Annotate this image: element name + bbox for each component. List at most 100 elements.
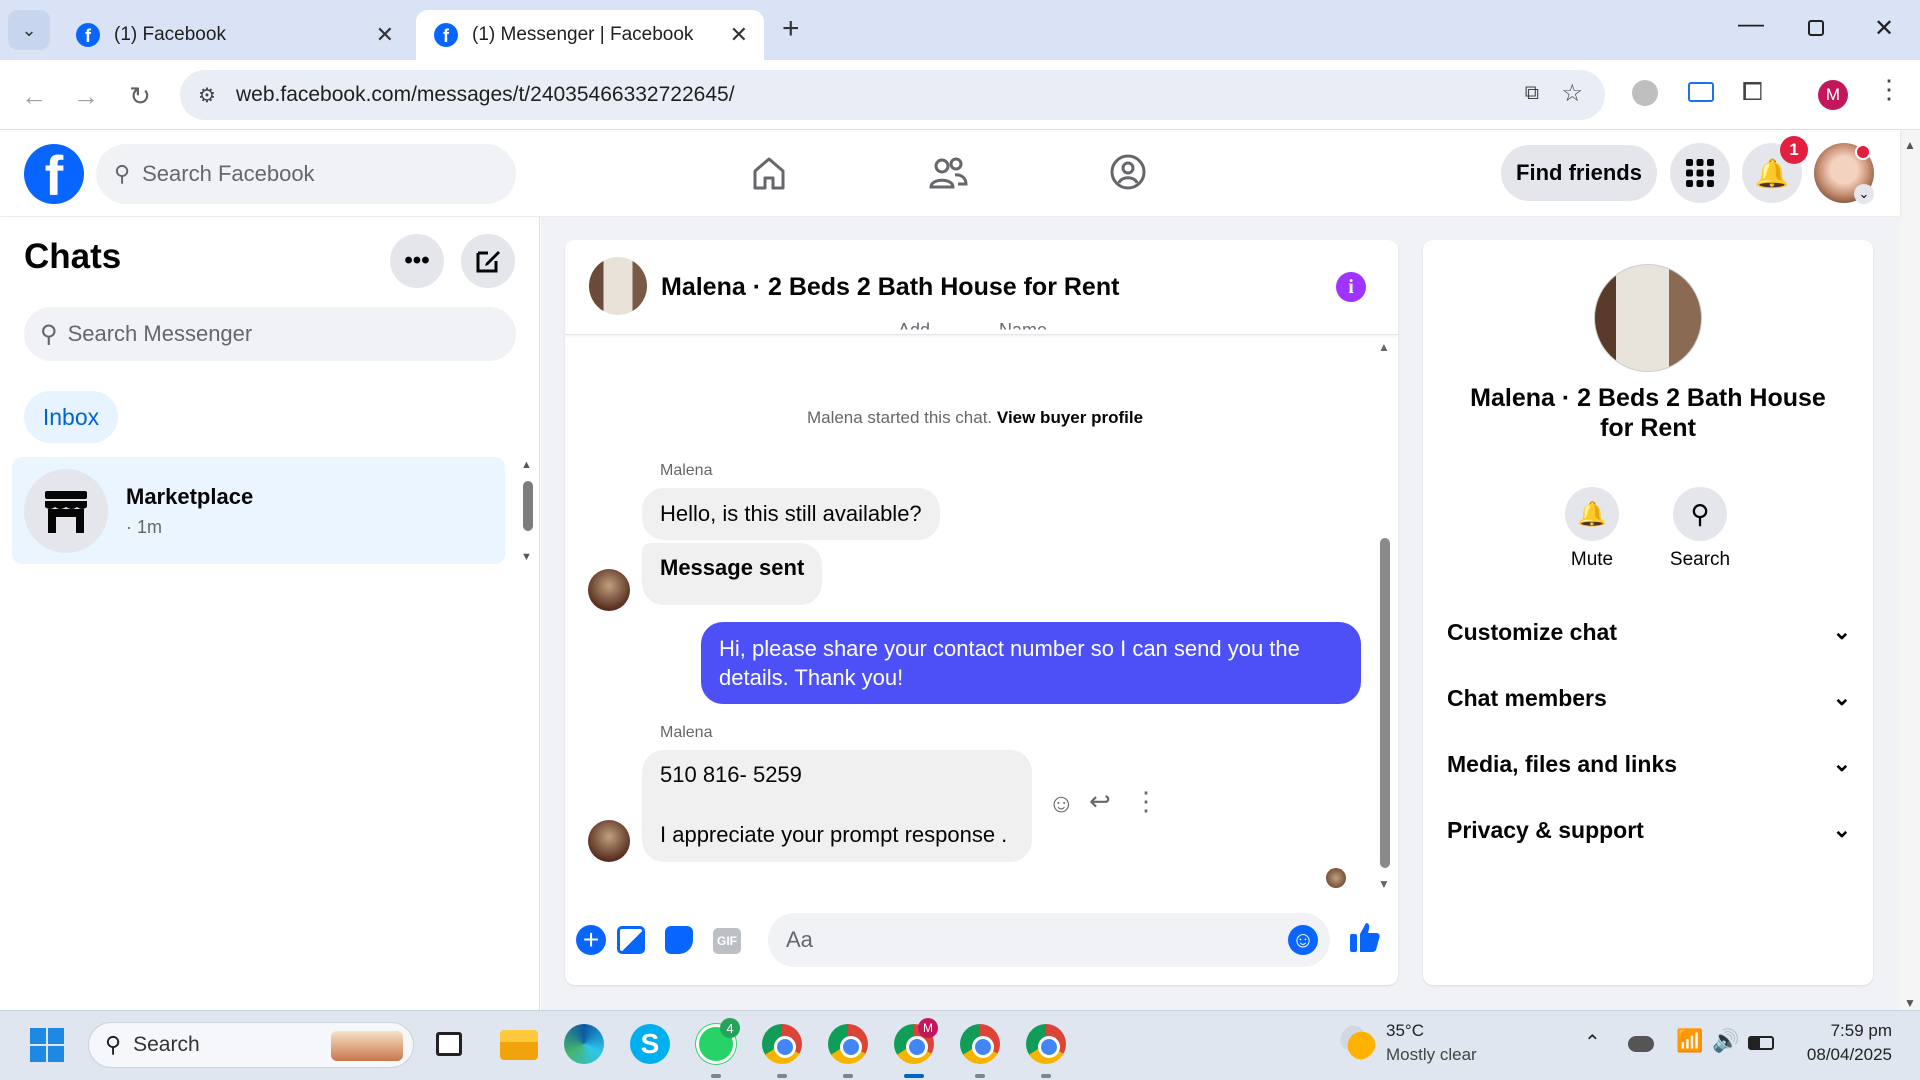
chat-list-scrollbar[interactable]: ▲ ▼ (520, 459, 534, 569)
site-settings-icon[interactable]: ⚙ (198, 83, 216, 108)
conversation-header: Malena · 2 Beds 2 Bath House for Rent i (565, 240, 1398, 335)
more-options-icon[interactable]: ⋮ (1133, 786, 1159, 817)
conversation-avatar[interactable] (589, 257, 647, 315)
bookmark-star-icon[interactable]: ☆ (1561, 79, 1583, 108)
back-icon[interactable]: ← (16, 78, 52, 114)
profile-avatar[interactable]: M (1818, 80, 1848, 110)
facebook-logo-icon[interactable]: f (24, 144, 84, 204)
emoji-picker-icon[interactable]: ☺ (1288, 925, 1318, 955)
mute-label: Mute (1570, 549, 1614, 570)
task-view-icon[interactable] (436, 1032, 462, 1056)
find-friends-button[interactable]: Find friends (1501, 145, 1657, 201)
clock-time[interactable]: 7:59 pm (1780, 1021, 1892, 1041)
extensions-puzzle-icon[interactable]: ⧠ (1742, 76, 1763, 108)
weather-icon[interactable] (1340, 1024, 1376, 1060)
facebook-search-box[interactable]: ⚲ Search Facebook (96, 144, 516, 204)
running-indicator (975, 1074, 985, 1078)
menu-grid-icon[interactable] (1670, 143, 1730, 203)
account-chevron-icon[interactable]: ⌄ (1854, 184, 1874, 204)
file-explorer-icon[interactable] (500, 1030, 538, 1060)
mute-bell-icon[interactable]: 🔔 (1565, 487, 1619, 541)
restore-icon[interactable] (1808, 20, 1824, 36)
install-app-icon[interactable]: ⧉ (1525, 82, 1539, 105)
url-bar[interactable]: ⚙ web.facebook.com/messages/t/2403546633… (180, 70, 1605, 120)
chrome-profile-2-icon[interactable] (828, 1024, 868, 1064)
facebook-header: f ⚲ Search Facebook Find friends 🔔 1 ⌄ (0, 130, 1900, 216)
customize-chat-section[interactable]: Customize chat ⌄ (1447, 612, 1851, 652)
view-buyer-profile-link[interactable]: View buyer profile (997, 408, 1143, 427)
conversation-title[interactable]: Malena · 2 Beds 2 Bath House for Rent (661, 273, 1119, 302)
chrome-profile-1-icon[interactable] (762, 1024, 802, 1064)
chevron-down-icon: ⌄ (1832, 817, 1851, 842)
skype-icon[interactable]: S (630, 1024, 670, 1064)
new-tab-icon[interactable]: + (782, 12, 800, 46)
url-text: web.facebook.com/messages/t/240354663327… (236, 83, 735, 106)
media-files-links-section[interactable]: Media, files and links ⌄ (1447, 744, 1851, 784)
home-nav-icon[interactable] (750, 154, 788, 192)
my-message-bubble[interactable]: Hi, please share your contact number so … (701, 622, 1361, 704)
minimize-icon[interactable]: — (1738, 8, 1764, 39)
page-scrollbar[interactable]: ▲ ▼ (1900, 130, 1920, 1010)
running-indicator (711, 1074, 721, 1078)
groups-nav-icon[interactable] (1108, 152, 1148, 192)
message-bubble[interactable]: 510 816- 5259 I appreciate your prompt r… (642, 750, 1032, 862)
reply-icon[interactable]: ↩ (1089, 786, 1111, 817)
browser-menu-icon[interactable]: ⋮ (1876, 74, 1902, 105)
tab-messenger[interactable]: f (1) Messenger | Facebook ✕ (416, 10, 764, 60)
close-tab-icon[interactable]: ✕ (376, 22, 394, 48)
reload-icon[interactable]: ↻ (122, 78, 158, 114)
forward-icon[interactable]: → (68, 78, 104, 114)
facebook-favicon-icon: f (76, 23, 100, 47)
composer-more-icon[interactable]: + (576, 925, 606, 955)
search-highlight-image (331, 1031, 403, 1061)
chat-list-item[interactable]: Marketplace · 1m (12, 457, 505, 564)
sticker-icon[interactable] (665, 926, 693, 954)
search-conversation-icon[interactable]: ⚲ (1673, 487, 1727, 541)
extension-globe-icon[interactable] (1632, 80, 1658, 106)
friends-nav-icon[interactable] (928, 154, 968, 192)
battery-icon[interactable] (1748, 1036, 1774, 1050)
privacy-support-section[interactable]: Privacy & support ⌄ (1447, 810, 1851, 850)
conversation-scrollbar[interactable]: ▲ ▼ (1377, 340, 1391, 895)
window-close-icon[interactable]: ✕ (1874, 14, 1894, 43)
edge-browser-icon[interactable] (564, 1024, 604, 1064)
message-input[interactable]: Aa ☺ (768, 913, 1330, 967)
read-receipt-avatar (1326, 868, 1346, 888)
tray-chevron-up-icon[interactable]: ⌃ (1584, 1030, 1601, 1055)
new-message-button[interactable] (461, 234, 515, 288)
running-indicator (1041, 1074, 1051, 1078)
gif-icon[interactable]: GIF (713, 928, 741, 954)
taskbar-search-placeholder: Search (133, 1033, 200, 1056)
section-label: Privacy & support (1447, 816, 1644, 843)
wifi-icon[interactable]: 📶 (1676, 1028, 1703, 1054)
search-icon: ⚲ (105, 1032, 122, 1057)
message-bubble[interactable]: Message sent (642, 543, 823, 605)
like-thumb-icon[interactable] (1348, 920, 1382, 959)
inbox-filter-chip[interactable]: Inbox (24, 391, 118, 443)
messenger-search-box[interactable]: ⚲ Search Messenger (24, 307, 516, 361)
marketplace-store-icon (24, 469, 108, 553)
system-message: Malena started this chat. View buyer pro… (565, 408, 1385, 428)
windows-start-icon[interactable] (30, 1028, 64, 1062)
chevron-down-icon: ⌄ (1832, 751, 1851, 776)
tab-search-button[interactable]: ⌄ (8, 10, 50, 50)
chat-members-section[interactable]: Chat members ⌄ (1447, 678, 1851, 718)
clock-date[interactable]: 08/04/2025 (1780, 1045, 1892, 1065)
message-bubble[interactable]: Hello, is this still available? (642, 488, 940, 540)
onedrive-icon[interactable] (1628, 1036, 1654, 1052)
chats-title: Chats (24, 237, 122, 276)
volume-icon[interactable]: 🔊 (1712, 1028, 1739, 1054)
tab-facebook[interactable]: f (1) Facebook ✕ (58, 10, 410, 60)
taskbar-search-box[interactable]: ⚲ Search (88, 1022, 414, 1068)
weather-desc: Mostly clear (1386, 1045, 1477, 1064)
attach-photo-icon[interactable] (617, 926, 645, 954)
listing-avatar[interactable] (1594, 264, 1702, 372)
react-emoji-icon[interactable]: ☺ (1048, 788, 1075, 819)
conversation-info-icon[interactable]: i (1336, 272, 1366, 302)
chrome-profile-3-icon[interactable] (960, 1024, 1000, 1064)
input-placeholder: Aa (786, 927, 813, 952)
close-tab-icon[interactable]: ✕ (730, 22, 748, 48)
chrome-profile-4-icon[interactable] (1026, 1024, 1066, 1064)
chats-options-button[interactable]: ••• (390, 234, 444, 288)
extension-mail-icon[interactable] (1688, 82, 1714, 102)
